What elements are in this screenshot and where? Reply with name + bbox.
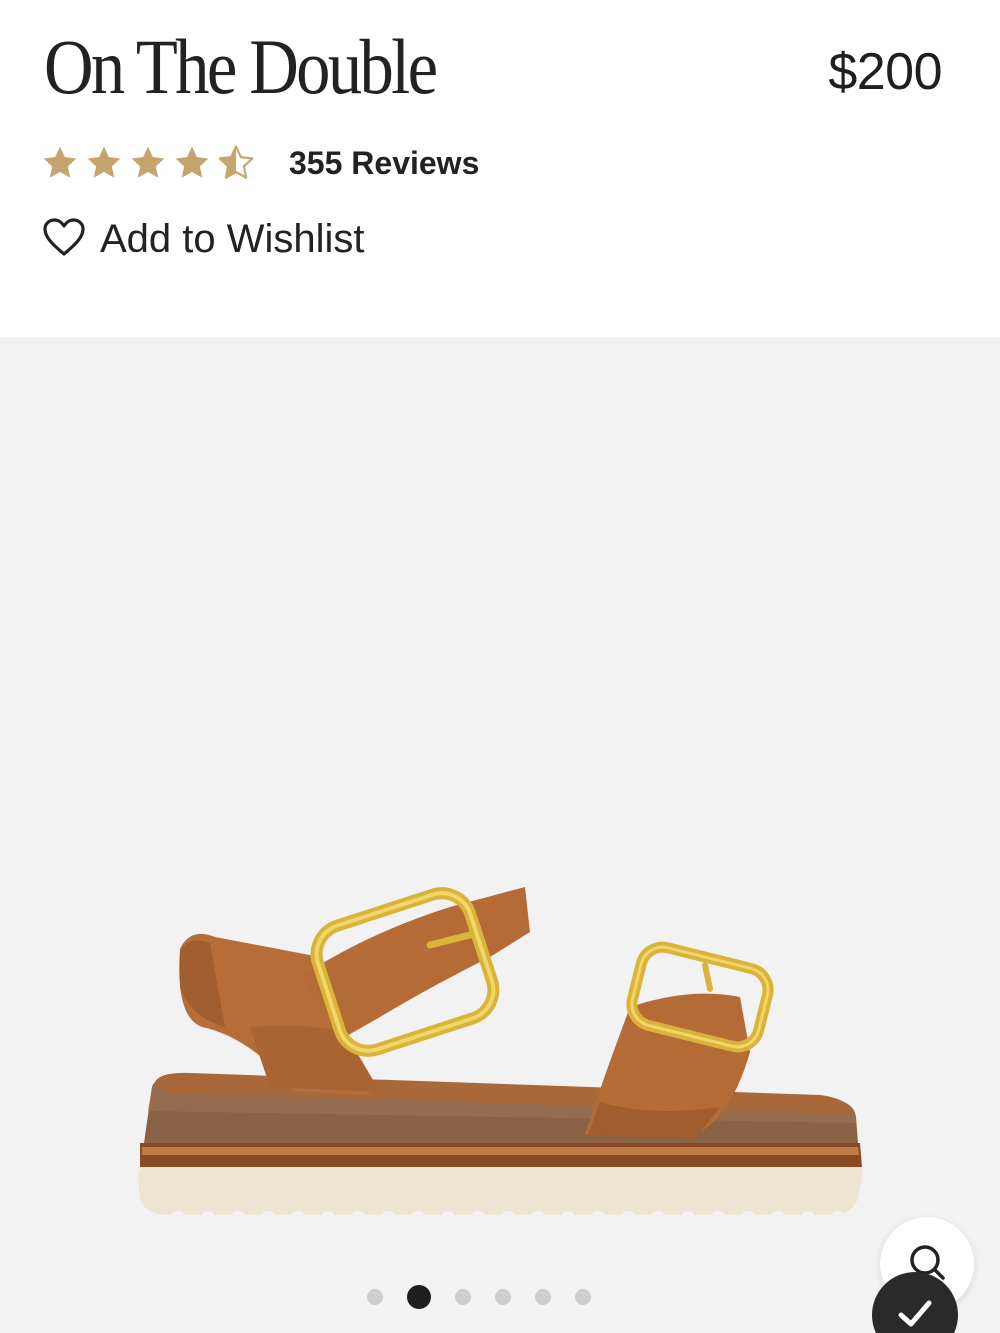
product-image bbox=[130, 877, 870, 1232]
carousel-dot[interactable] bbox=[535, 1289, 551, 1305]
check-icon bbox=[893, 1291, 937, 1333]
add-to-wishlist-button[interactable]: Add to Wishlist bbox=[42, 212, 365, 266]
star-full-icon bbox=[128, 143, 168, 183]
star-full-icon bbox=[84, 143, 124, 183]
heart-outline-icon bbox=[42, 217, 86, 262]
carousel-dot-active[interactable] bbox=[407, 1285, 431, 1309]
carousel-dot[interactable] bbox=[455, 1289, 471, 1305]
wishlist-label: Add to Wishlist bbox=[100, 216, 365, 261]
star-half-icon bbox=[216, 143, 256, 183]
carousel-dot[interactable] bbox=[367, 1289, 383, 1305]
carousel-dot[interactable] bbox=[495, 1289, 511, 1305]
carousel-pagination bbox=[0, 1285, 1000, 1309]
product-price: $200 bbox=[828, 43, 942, 101]
product-image-gallery[interactable] bbox=[0, 337, 1000, 1333]
star-full-icon bbox=[40, 143, 80, 183]
star-rating bbox=[40, 143, 256, 183]
rating-row: 355 Reviews bbox=[40, 138, 479, 188]
star-full-icon bbox=[172, 143, 212, 183]
carousel-dot[interactable] bbox=[575, 1289, 591, 1305]
reviews-link[interactable]: 355 Reviews bbox=[289, 145, 479, 182]
product-title: On The Double bbox=[44, 23, 438, 110]
